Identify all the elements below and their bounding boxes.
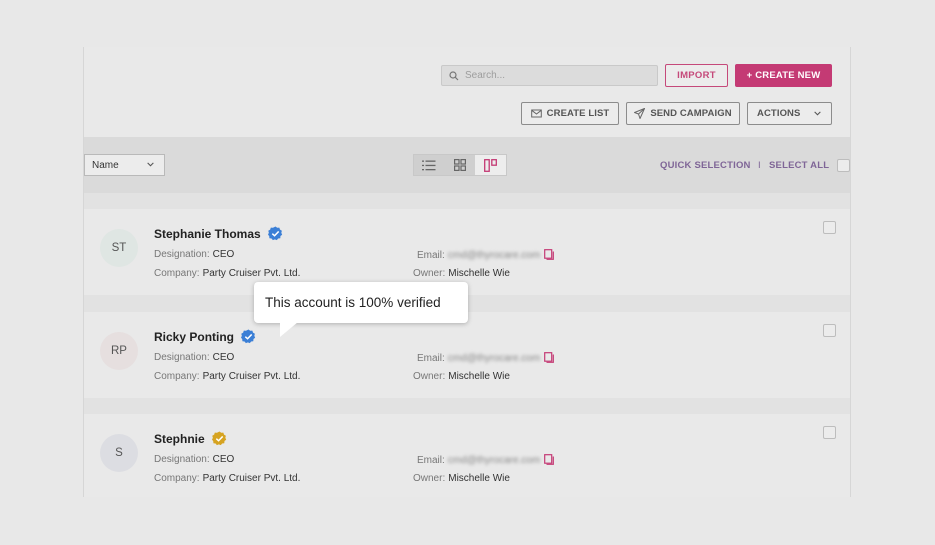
owner-value: Mischelle Wie	[448, 473, 510, 484]
quick-selection-link[interactable]: QUICK SELECTION	[660, 160, 751, 171]
row-checkbox[interactable]	[823, 324, 836, 337]
email-value: cmd@thyrocare.com	[447, 250, 541, 261]
grid-icon	[454, 159, 466, 171]
tooltip-tail	[280, 322, 298, 337]
designation-field: Designation: CEO	[154, 249, 235, 260]
send-campaign-label: SEND CAMPAIGN	[650, 108, 732, 119]
owner-value: Mischelle Wie	[448, 371, 510, 382]
search-icon	[449, 70, 459, 80]
row-checkbox[interactable]	[823, 426, 836, 439]
designation-field: Designation: CEO	[154, 454, 235, 465]
actions-dropdown[interactable]: ACTIONS	[747, 102, 832, 125]
avatar: ST	[100, 229, 138, 267]
email-field: Email: cmd@thyrocare.com	[417, 352, 555, 364]
send-campaign-button[interactable]: SEND CAMPAIGN	[626, 102, 740, 125]
verified-badge-icon[interactable]	[211, 431, 227, 446]
contact-name-text: Stephanie Thomas	[154, 226, 261, 241]
select-all-checkbox[interactable]	[837, 159, 850, 172]
contact-name-text: Ricky Ponting	[154, 329, 235, 344]
designation-value: CEO	[212, 352, 235, 363]
import-button[interactable]: IMPORT	[665, 64, 728, 87]
contact-name[interactable]: Stephanie Thomas	[154, 226, 283, 241]
designation-value: CEO	[212, 454, 235, 465]
copy-icon[interactable]	[544, 249, 555, 260]
search-input[interactable]	[465, 70, 645, 81]
contact-card[interactable]: ST Stephanie Thomas Designation: CEO Comp…	[84, 209, 850, 295]
create-list-button[interactable]: CREATE LIST	[521, 102, 619, 125]
company-value: Party Cruiser Pvt. Ltd.	[202, 473, 301, 484]
email-field: Email: cmd@thyrocare.com	[417, 454, 555, 466]
sort-select[interactable]: Name	[84, 154, 165, 176]
designation-value: CEO	[212, 249, 235, 260]
avatar: RP	[100, 332, 138, 370]
contact-card[interactable]: S Stephnie Designation: CEO Company: Party…	[84, 414, 850, 497]
mail-icon	[530, 109, 542, 118]
verified-tooltip: This account is 100% verified	[254, 282, 468, 337]
header: IMPORT + CREATE NEW CREATE LIST SEND CAM…	[84, 47, 850, 137]
company-field: Company: Party Cruiser Pvt. Ltd.	[154, 371, 301, 382]
kanban-icon	[484, 158, 498, 172]
contact-card[interactable]: RP Ricky Ponting Designation: CEO Company…	[84, 312, 850, 398]
contact-name-text: Stephnie	[154, 431, 205, 446]
contact-name[interactable]: Ricky Ponting	[154, 329, 256, 344]
actions-label: ACTIONS	[757, 108, 801, 119]
chevron-down-icon	[814, 111, 821, 116]
select-all-link[interactable]: SELECT ALL	[769, 160, 829, 171]
owner-field: Owner: Mischelle Wie	[413, 371, 510, 382]
tooltip-text: This account is 100% verified	[265, 295, 441, 310]
search-box[interactable]	[441, 65, 658, 86]
grid-view-button[interactable]	[444, 155, 476, 175]
copy-icon[interactable]	[544, 352, 555, 363]
company-value: Party Cruiser Pvt. Ltd.	[202, 268, 301, 279]
list-icon	[422, 160, 436, 170]
card-view-button[interactable]	[475, 155, 507, 175]
list-toolbar: Name QUICK SELECTION I SELECT ALL	[84, 137, 850, 193]
designation-field: Designation: CEO	[154, 352, 235, 363]
row-checkbox[interactable]	[823, 221, 836, 234]
email-value: cmd@thyrocare.com	[447, 455, 541, 466]
sort-value: Name	[92, 159, 119, 171]
owner-value: Mischelle Wie	[448, 268, 510, 279]
view-switcher	[413, 154, 507, 176]
link-separator: I	[758, 160, 761, 171]
list-view-button[interactable]	[414, 155, 445, 175]
email-field: Email: cmd@thyrocare.com	[417, 249, 555, 261]
send-icon	[634, 108, 646, 119]
company-value: Party Cruiser Pvt. Ltd.	[202, 371, 301, 382]
company-field: Company: Party Cruiser Pvt. Ltd.	[154, 268, 301, 279]
company-field: Company: Party Cruiser Pvt. Ltd.	[154, 473, 301, 484]
create-new-button[interactable]: + CREATE NEW	[735, 64, 832, 87]
email-value: cmd@thyrocare.com	[447, 353, 541, 364]
create-list-label: CREATE LIST	[546, 108, 610, 119]
verified-badge-icon[interactable]	[267, 226, 283, 241]
owner-field: Owner: Mischelle Wie	[413, 268, 510, 279]
copy-icon[interactable]	[544, 454, 555, 465]
owner-field: Owner: Mischelle Wie	[413, 473, 510, 484]
contacts-panel: IMPORT + CREATE NEW CREATE LIST SEND CAM…	[83, 47, 851, 497]
contact-name[interactable]: Stephnie	[154, 431, 227, 446]
verified-badge-icon[interactable]	[241, 329, 256, 344]
avatar: S	[100, 434, 138, 472]
chevron-down-icon	[147, 162, 154, 167]
